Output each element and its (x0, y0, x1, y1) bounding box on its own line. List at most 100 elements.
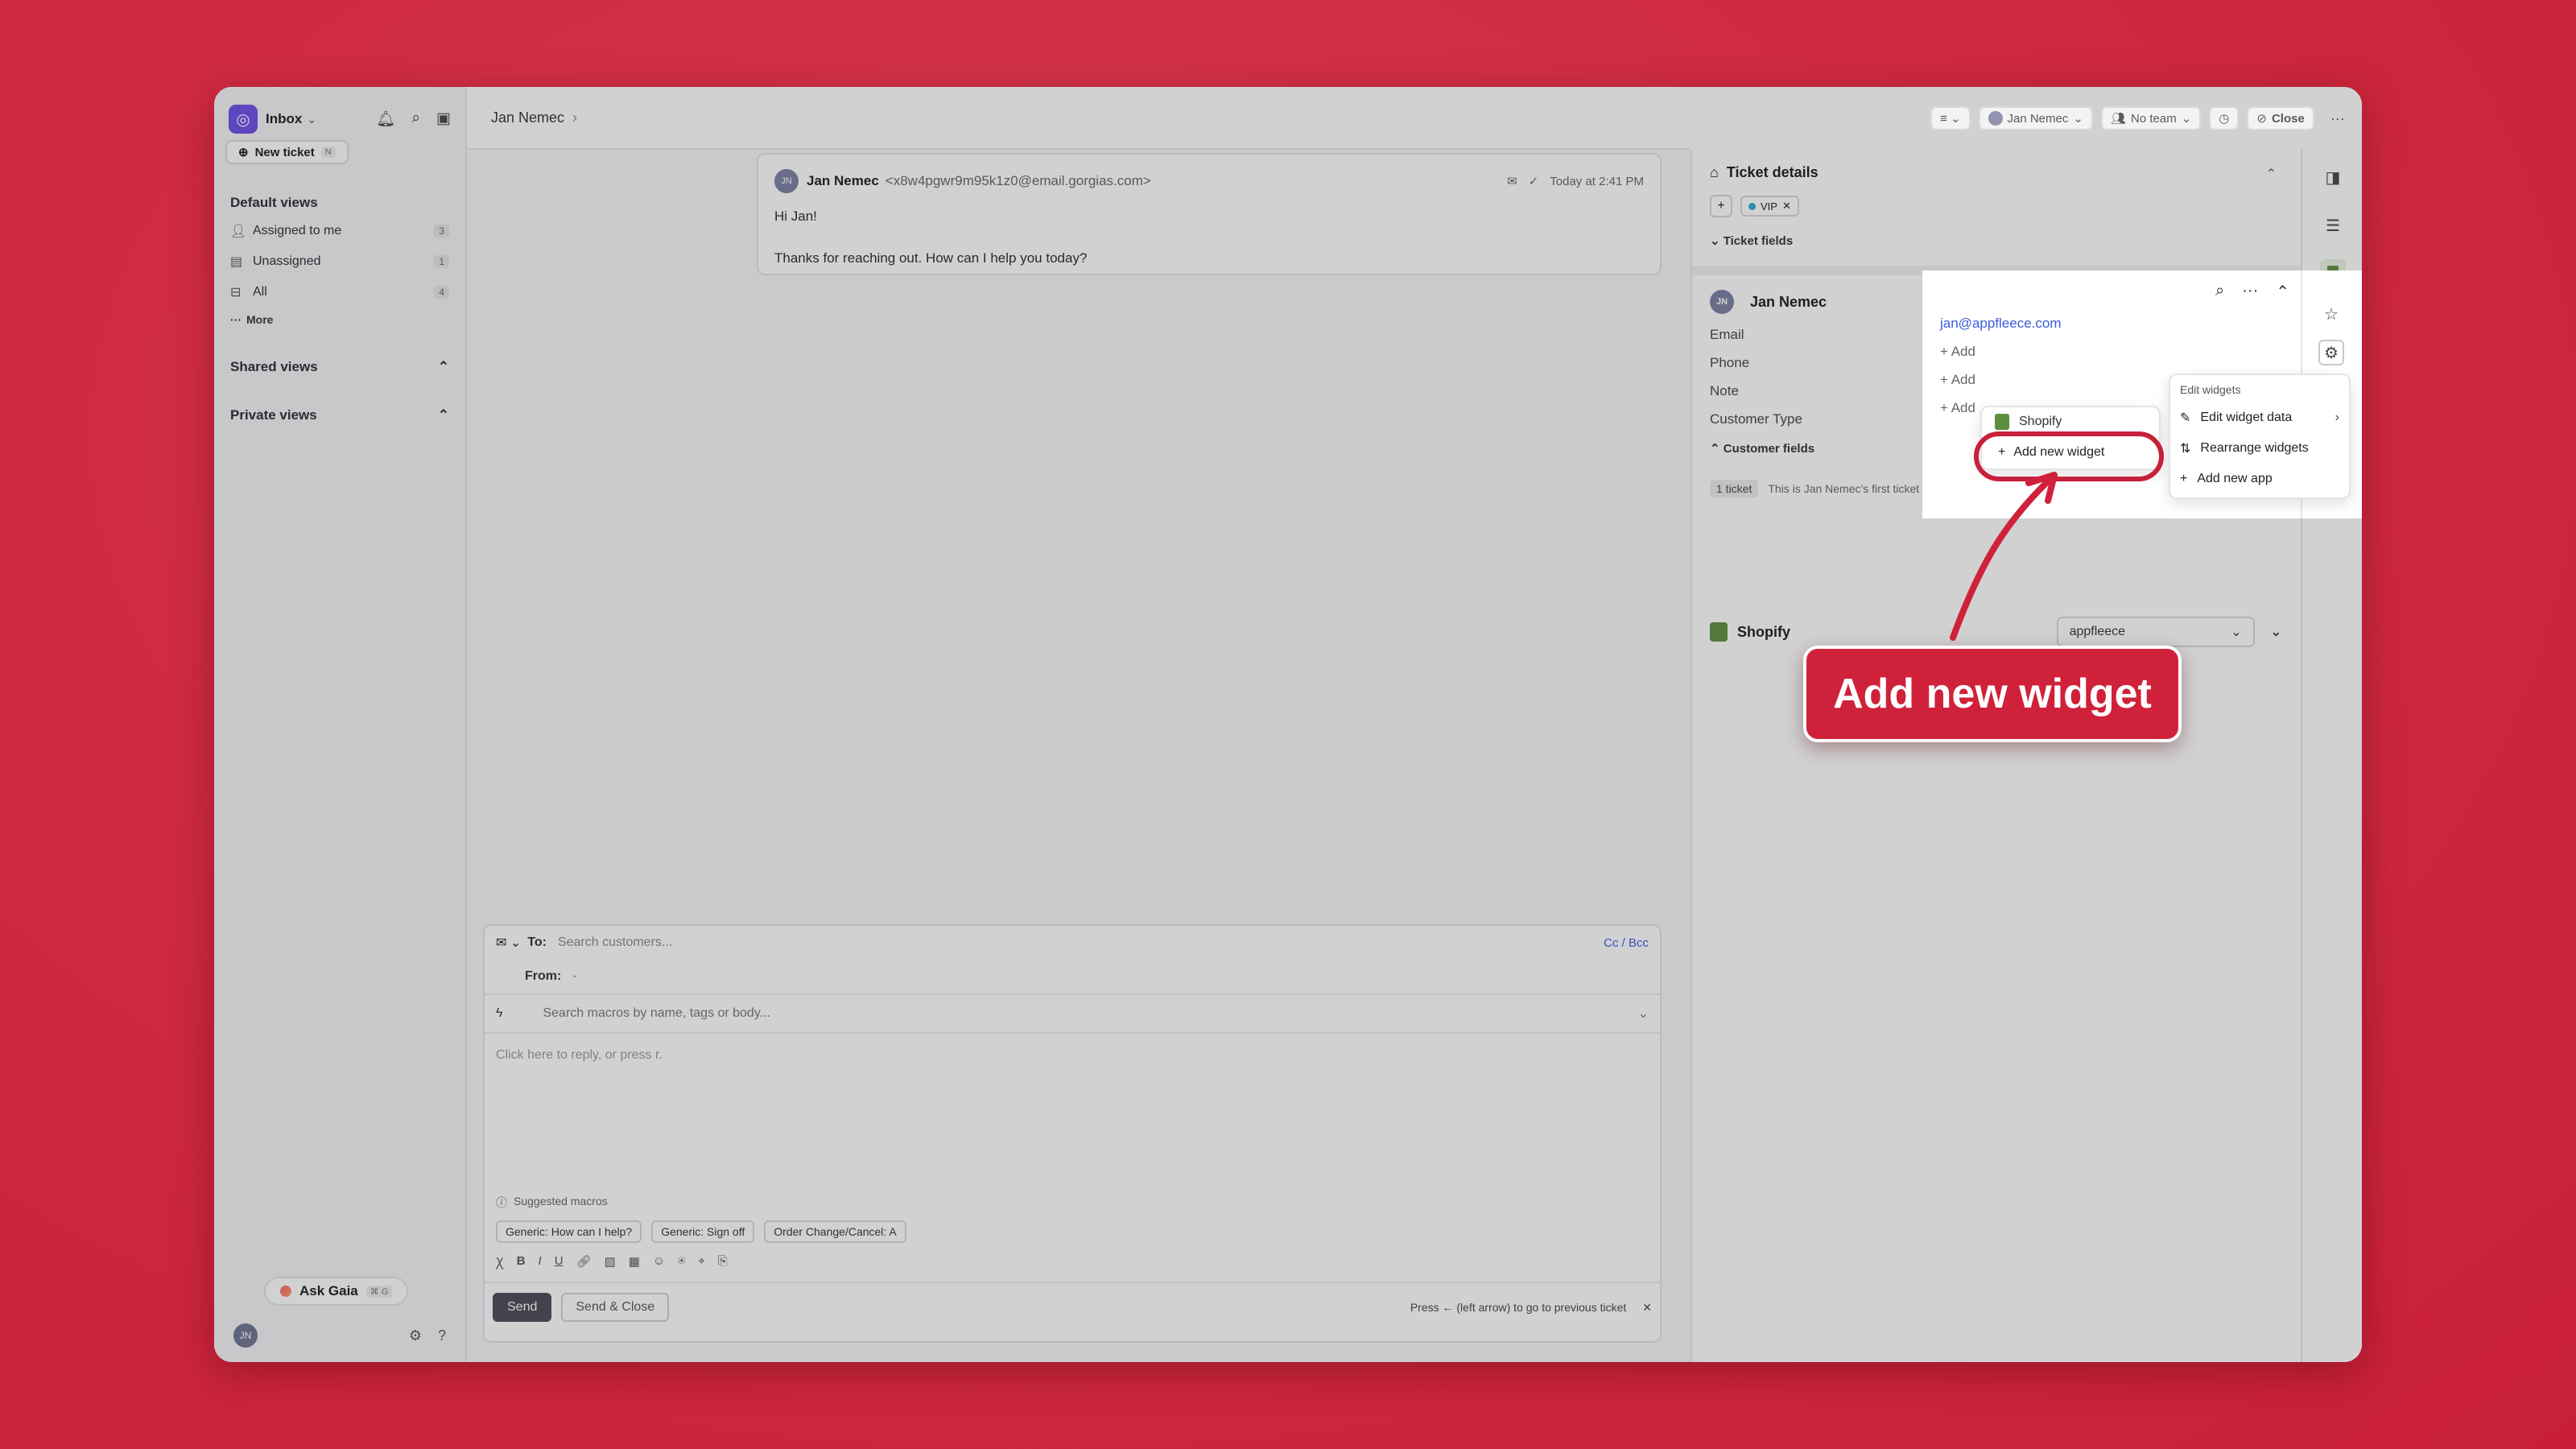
private-views-title: Private views (230, 407, 317, 423)
customer-fields-toggle[interactable]: ⌃ Customer fields (1710, 441, 1814, 456)
info-icon: ⓘ (496, 1196, 507, 1209)
attachment-icon[interactable]: ⎘ (718, 1254, 728, 1270)
italic-icon[interactable]: I (539, 1254, 542, 1270)
image-icon[interactable]: ▨ (605, 1254, 616, 1270)
send-close-button[interactable]: Send & Close (561, 1293, 670, 1322)
panel-toggle-icon[interactable]: ▣ (436, 109, 451, 129)
customer-list-icon[interactable]: ☰ (2320, 213, 2346, 238)
breadcrumb-customer[interactable]: Jan Nemec (491, 109, 564, 126)
to-input[interactable]: Search customers... (558, 935, 672, 950)
rearrange-widgets-item[interactable]: ⇅ Rearrange widgets (2180, 433, 2339, 464)
default-views-section: Default views 👤︎ Assigned to me 3 ▤ Unas… (230, 195, 449, 332)
sidebar-item-all[interactable]: ⊟ All 4 (230, 277, 449, 308)
add-tag-button[interactable]: + (1710, 195, 1732, 217)
add-phone-link[interactable]: + Add (1940, 337, 2062, 365)
cc-bcc-link[interactable]: Cc / Bcc (1604, 936, 1649, 950)
more-options-icon[interactable]: ··· (2330, 110, 2345, 127)
team-select[interactable]: 👥︎ No team ⌄ (2100, 106, 2202, 130)
sidebar-item-assigned[interactable]: 👤︎ Assigned to me 3 (230, 216, 449, 246)
sender-email: <x8w4pgwr9m95k1z0@email.gorgias.com> (885, 173, 1151, 188)
discount-icon[interactable]: ⌖ (698, 1254, 704, 1270)
edit-widget-data-item[interactable]: ✎ Edit widget data › (2180, 402, 2339, 433)
breadcrumb: Jan Nemec › (467, 87, 1690, 150)
customer-email-value[interactable]: jan@appfleece.com (1940, 309, 2062, 337)
emoji-icon[interactable]: ☺ (653, 1254, 665, 1270)
ask-gaia-button[interactable]: Ask Gaia ⌘ G (264, 1277, 409, 1306)
chevron-up-icon[interactable]: ⌃ (2266, 166, 2277, 182)
more-views-link[interactable]: ··· More (230, 308, 449, 332)
sidebar-item-label: Assigned to me (253, 224, 342, 237)
bold-icon[interactable]: B (517, 1254, 526, 1270)
snooze-button[interactable]: ◷ (2209, 106, 2240, 130)
reply-composer: ✉ ⌄ To: Search customers... Cc / Bcc Fro… (483, 924, 1662, 1343)
ticket-fields-toggle[interactable]: ⌄ Ticket fields (1710, 233, 1793, 248)
gallery-icon[interactable]: ▦ (629, 1254, 640, 1270)
close-ticket-button[interactable]: ⊘ Close (2247, 106, 2314, 130)
macro-chip[interactable]: Generic: How can I help? (496, 1220, 642, 1243)
store-select[interactable]: appfleece ⌄ (2056, 617, 2255, 647)
search-icon[interactable]: ⌕ (411, 109, 420, 129)
shopify-icon (1995, 414, 2009, 430)
close-icon[interactable]: ✕ (1642, 1301, 1652, 1315)
gear-icon[interactable]: ⚙ (2318, 340, 2344, 365)
macro-search[interactable]: ϟ Search macros by name, tags or body...… (485, 993, 1660, 1034)
macro-search-input[interactable]: Search macros by name, tags or body... (543, 1006, 770, 1021)
mail-icon: ✉ (1507, 175, 1517, 188)
underline-icon[interactable]: U (555, 1254, 564, 1270)
tag-color-dot (1748, 202, 1756, 210)
remove-tag-icon[interactable]: ✕ (1782, 200, 1791, 213)
menu-item-label: Edit widget data (2200, 411, 2293, 424)
assignee-select[interactable]: Jan Nemec ⌄ (1978, 106, 2093, 130)
sidebar: ◎ Inbox ⌄ 🔔︎ ⌕ ▣ ⊕ New ticket N Default … (214, 87, 467, 1362)
avatar: JN (1710, 290, 1734, 314)
settings-icon[interactable]: ⚙ (409, 1327, 422, 1344)
mail-channel-icon[interactable]: ✉ ⌄ (496, 935, 521, 951)
shopify-icon (1710, 622, 1728, 642)
avatar[interactable]: JN (233, 1323, 258, 1348)
chevron-up-icon[interactable]: ⌃ (438, 407, 449, 423)
ellipsis-icon: ··· (230, 313, 242, 326)
field-label: Note (1710, 382, 1739, 398)
sender-name[interactable]: Jan Nemec (807, 173, 879, 189)
status-select[interactable]: ≡ ⌄ (1930, 106, 1971, 130)
new-ticket-button[interactable]: ⊕ New ticket N (225, 140, 349, 164)
expand-chevron-icon[interactable]: ⌄ (2271, 624, 2281, 640)
edit-widgets-header: Edit widgets (2180, 383, 2241, 396)
clear-format-icon[interactable]: Ꭓ (496, 1254, 504, 1270)
product-icon[interactable]: ⍟ (678, 1254, 685, 1270)
chevron-up-icon[interactable]: ⌃ (2276, 282, 2289, 302)
close-label: Close (2271, 111, 2305, 126)
customer-name[interactable]: Jan Nemec (1750, 294, 1827, 311)
link-icon[interactable]: 🔗︎ (576, 1254, 592, 1270)
help-icon[interactable]: ? (438, 1327, 446, 1344)
macro-chip[interactable]: Generic: Sign off (651, 1220, 755, 1243)
chevron-down-icon: ⌄ (2231, 625, 2242, 639)
shopify-item-label: Shopify (2019, 415, 2062, 428)
chevron-down-icon[interactable]: ⌄ (307, 113, 316, 126)
inbox-logo-icon: ◎ (229, 105, 258, 134)
shopify-widget-item[interactable]: Shopify (1995, 414, 2062, 430)
private-views-section[interactable]: Private views ⌃ (230, 407, 449, 423)
chevron-up-icon: ⌃ (1710, 442, 1724, 456)
panel-icon[interactable]: ◨ (2320, 164, 2346, 190)
chevron-right-icon: › (2334, 411, 2339, 424)
ellipsis-icon[interactable]: ··· (2242, 282, 2258, 302)
field-label: Phone (1710, 354, 1750, 370)
macro-chip[interactable]: Order Change/Cancel: A (764, 1220, 906, 1243)
from-select[interactable]: - (572, 969, 576, 984)
search-icon[interactable]: ⌕ (2215, 282, 2224, 302)
chevron-up-icon[interactable]: ⌃ (438, 359, 449, 375)
tag-chip[interactable]: VIP ✕ (1740, 196, 1799, 217)
bell-icon[interactable]: 🔔︎ (376, 109, 395, 129)
shared-views-section[interactable]: Shared views ⌃ (230, 359, 449, 375)
sidebar-item-unassigned[interactable]: ▤ Unassigned 1 (230, 246, 449, 277)
ticket-count-badge[interactable]: 1 ticket (1710, 480, 1759, 497)
add-new-app-item[interactable]: + Add new app (2180, 464, 2339, 494)
chevron-down-icon[interactable]: ⌄ (1638, 1005, 1649, 1022)
app-name[interactable]: Inbox (266, 111, 302, 127)
send-button[interactable]: Send (493, 1293, 552, 1322)
team-icon: 👥︎ (2110, 112, 2126, 126)
reply-textarea[interactable]: Click here to reply, or press r. (485, 1034, 1660, 1195)
add-note-link[interactable]: + Add (1940, 365, 2062, 394)
star-icon[interactable]: ☆ (2318, 301, 2344, 327)
